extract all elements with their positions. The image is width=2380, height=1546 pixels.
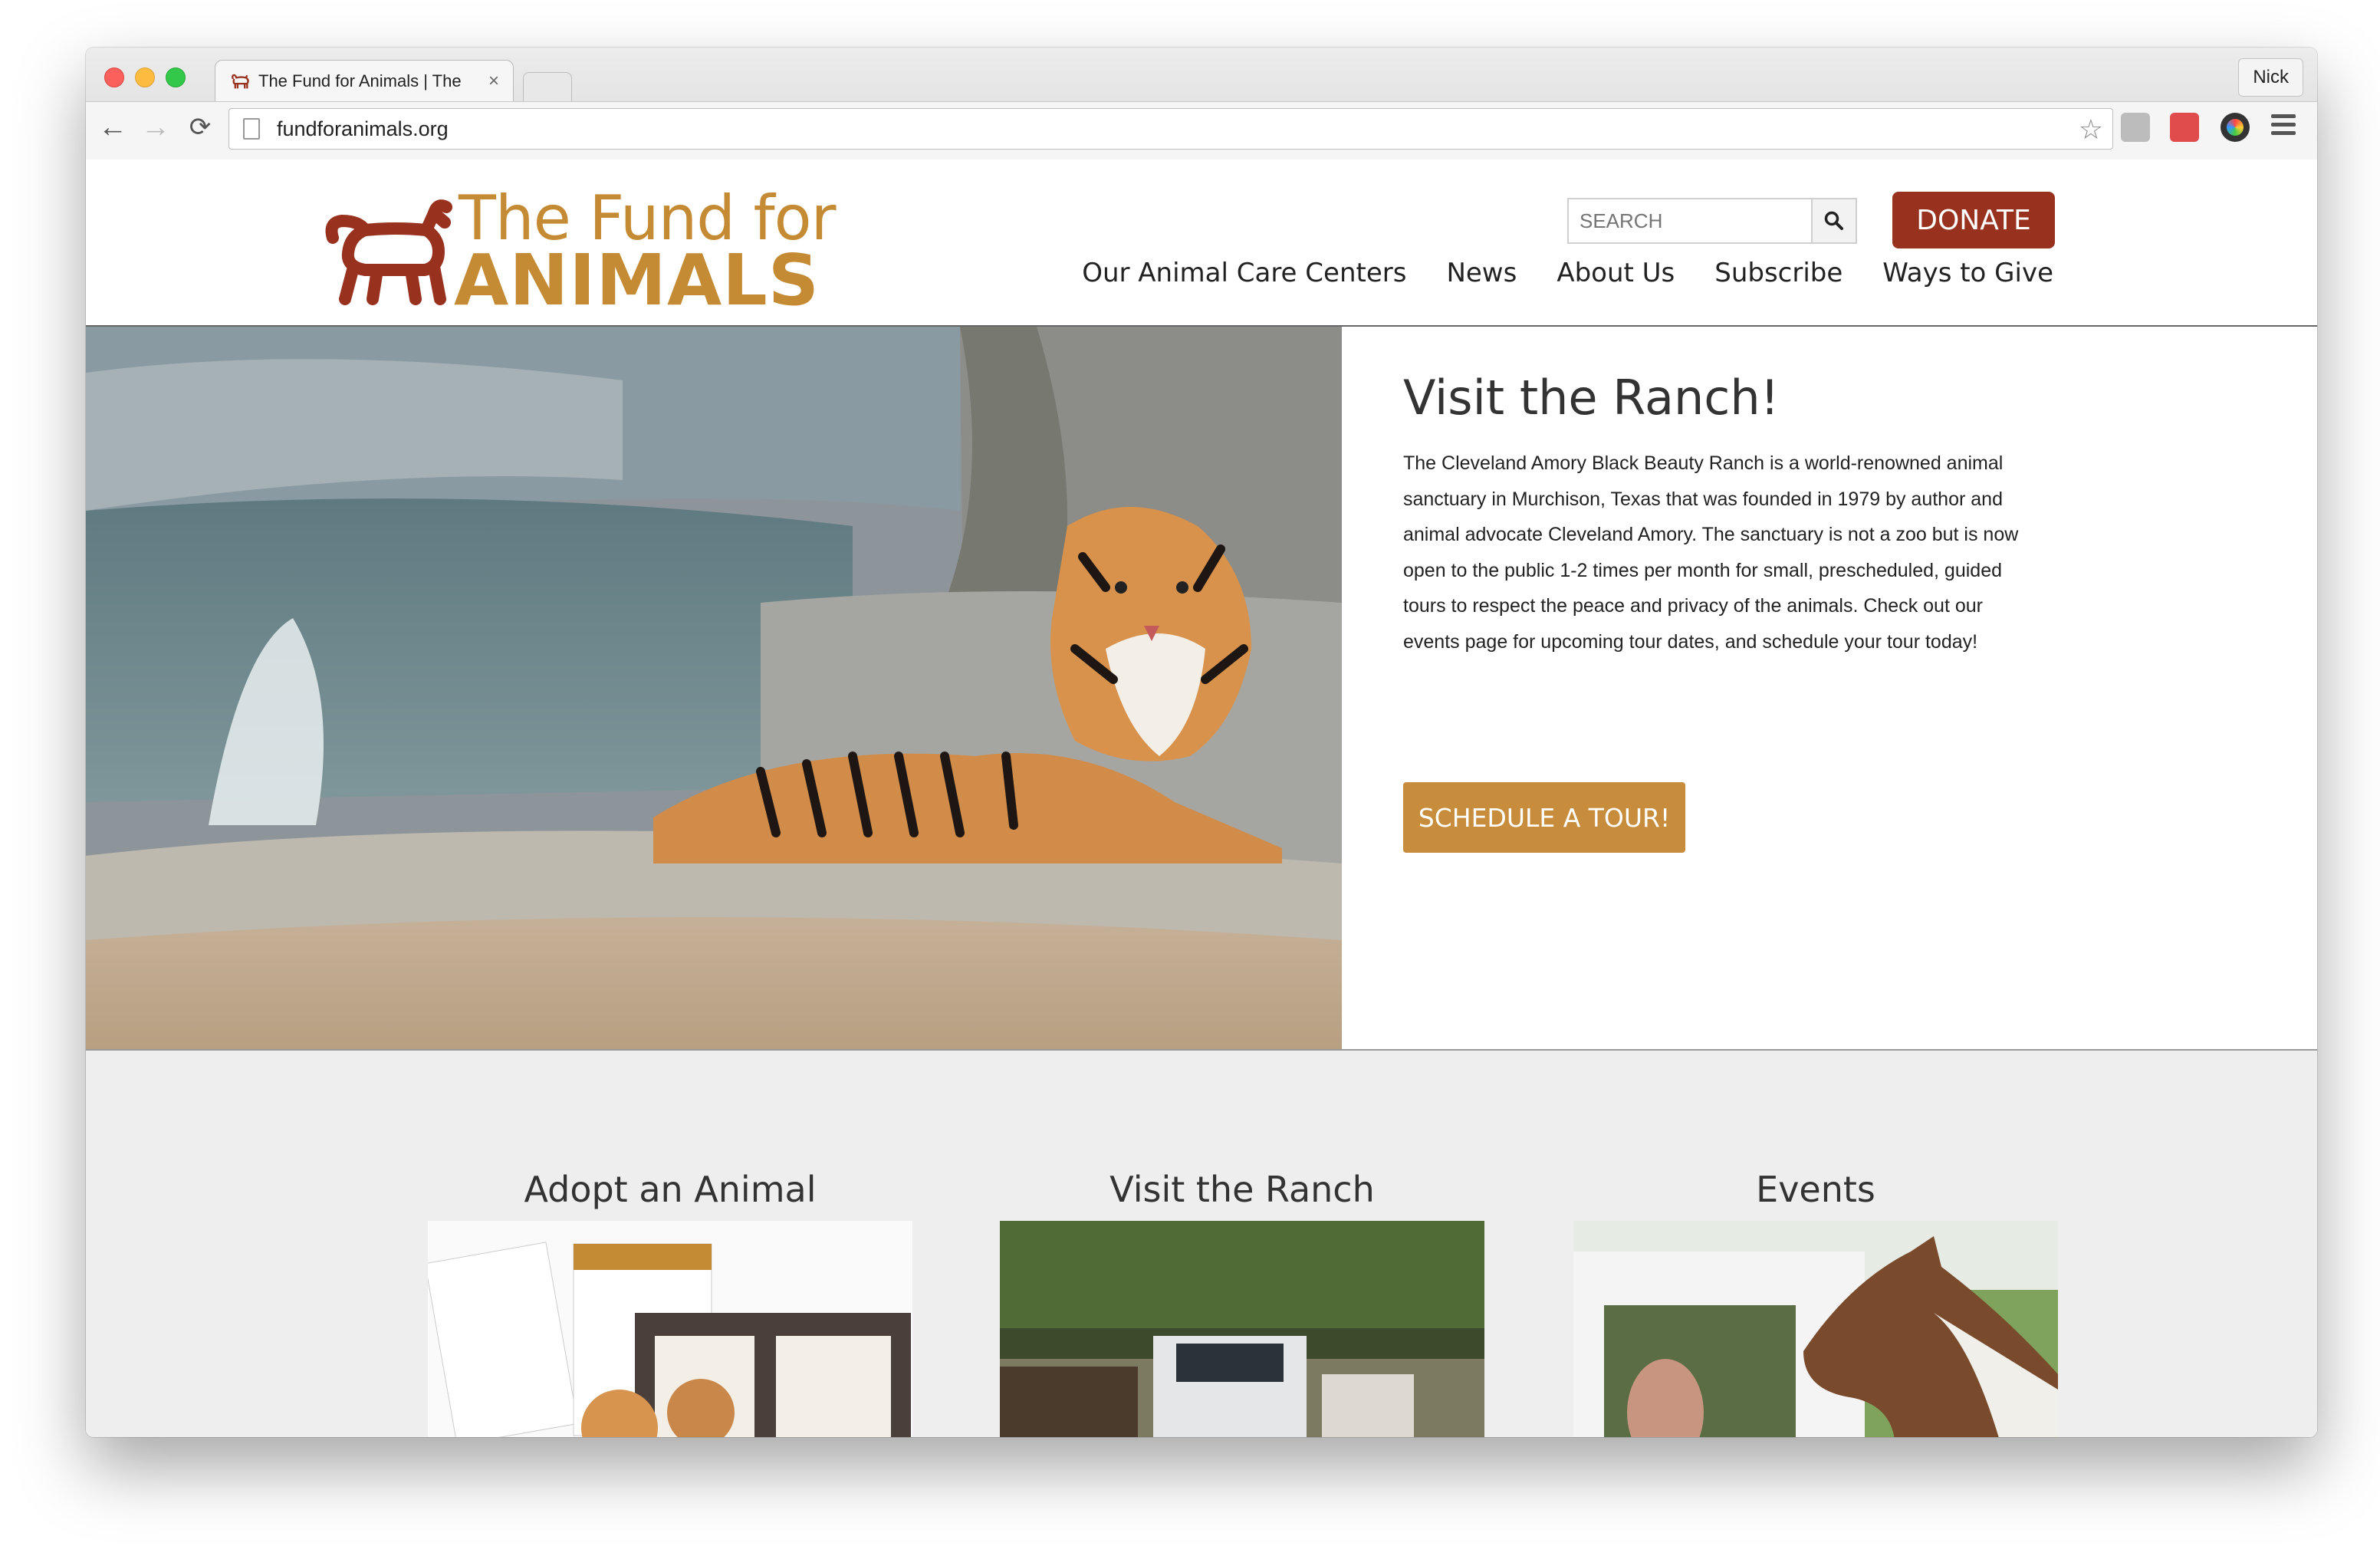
browser-toolbar: ← → ⟳ fundforanimals.org ☆ bbox=[86, 101, 2317, 160]
tiger-photo bbox=[86, 327, 1342, 1049]
logo-text-line2: ANIMALS bbox=[454, 239, 820, 321]
deer-logo-icon bbox=[325, 199, 452, 305]
search-button[interactable] bbox=[1811, 198, 1857, 244]
nav-animal-care-centers[interactable]: Our Animal Care Centers bbox=[1082, 258, 1406, 288]
nav-news[interactable]: News bbox=[1446, 258, 1517, 288]
profile-button[interactable]: Nick bbox=[2238, 58, 2303, 97]
zoom-window-button[interactable] bbox=[166, 67, 186, 87]
reload-icon[interactable]: ⟳ bbox=[181, 108, 219, 146]
minimize-window-button[interactable] bbox=[135, 67, 155, 87]
hero-section: Visit the Ranch! The Cleveland Amory Bla… bbox=[86, 327, 2317, 1051]
search-icon bbox=[1824, 211, 1843, 230]
adopt-kit-image bbox=[424, 1221, 912, 1437]
donate-button[interactable]: DONATE bbox=[1892, 192, 2055, 248]
hamburger-menu-icon[interactable] bbox=[2271, 114, 2296, 140]
hero-text: Visit the Ranch! The Cleveland Amory Bla… bbox=[1403, 370, 2032, 853]
new-tab-button[interactable] bbox=[523, 72, 572, 102]
main-nav: Our Animal Care Centers News About Us Su… bbox=[1042, 258, 2053, 288]
feature-events[interactable]: Events bbox=[1573, 1169, 2058, 1437]
page-viewport: The Fund for ANIMALS DONATE Our Animal C… bbox=[86, 160, 2317, 1437]
hero-title: Visit the Ranch! bbox=[1403, 370, 1780, 426]
hero-body: The Cleveland Amory Black Beauty Ranch i… bbox=[1403, 452, 2019, 653]
tab-title: The Fund for Animals | The bbox=[258, 71, 462, 90]
extension-color-icon[interactable] bbox=[2221, 113, 2250, 142]
forward-arrow-icon[interactable]: → bbox=[136, 108, 175, 146]
browser-chrome: The Fund for Animals | The × Nick ← → ⟳ … bbox=[86, 48, 2317, 161]
extension-hand-icon[interactable] bbox=[2121, 113, 2150, 142]
address-bar[interactable]: fundforanimals.org ☆ bbox=[228, 108, 2113, 150]
close-window-button[interactable] bbox=[104, 67, 124, 87]
back-arrow-icon[interactable]: ← bbox=[94, 108, 132, 146]
site-logo[interactable]: The Fund for ANIMALS bbox=[319, 183, 840, 321]
feature-title: Events bbox=[1756, 1169, 1875, 1210]
events-horse-image bbox=[1573, 1221, 2058, 1437]
site-header: The Fund for ANIMALS DONATE Our Animal C… bbox=[86, 160, 2317, 327]
extension-lastpass-icon[interactable] bbox=[2170, 113, 2199, 142]
page-icon bbox=[243, 118, 260, 140]
search-input[interactable] bbox=[1567, 198, 1813, 244]
features-section: Adopt an Animal Visit the Ranch Events bbox=[86, 1051, 2317, 1437]
bookmark-star-icon[interactable]: ☆ bbox=[2079, 113, 2103, 146]
feature-title: Adopt an Animal bbox=[524, 1169, 817, 1210]
browser-tab-active[interactable]: The Fund for Animals | The × bbox=[215, 60, 514, 101]
nav-about-us[interactable]: About Us bbox=[1557, 258, 1675, 288]
tab-close-icon[interactable]: × bbox=[488, 71, 499, 92]
url-text[interactable]: fundforanimals.org bbox=[277, 117, 449, 141]
feature-title: Visit the Ranch bbox=[1109, 1169, 1375, 1210]
deer-favicon-icon bbox=[232, 74, 249, 88]
nav-ways-to-give[interactable]: Ways to Give bbox=[1882, 258, 2053, 288]
ranch-tour-image bbox=[1000, 1221, 1484, 1437]
feature-visit-ranch[interactable]: Visit the Ranch bbox=[1000, 1169, 1484, 1437]
nav-subscribe[interactable]: Subscribe bbox=[1714, 258, 1843, 288]
browser-window: The Fund for Animals | The × Nick ← → ⟳ … bbox=[86, 48, 2317, 1437]
feature-adopt[interactable]: Adopt an Animal bbox=[424, 1169, 912, 1437]
schedule-tour-button[interactable]: SCHEDULE A TOUR! bbox=[1403, 782, 1685, 853]
